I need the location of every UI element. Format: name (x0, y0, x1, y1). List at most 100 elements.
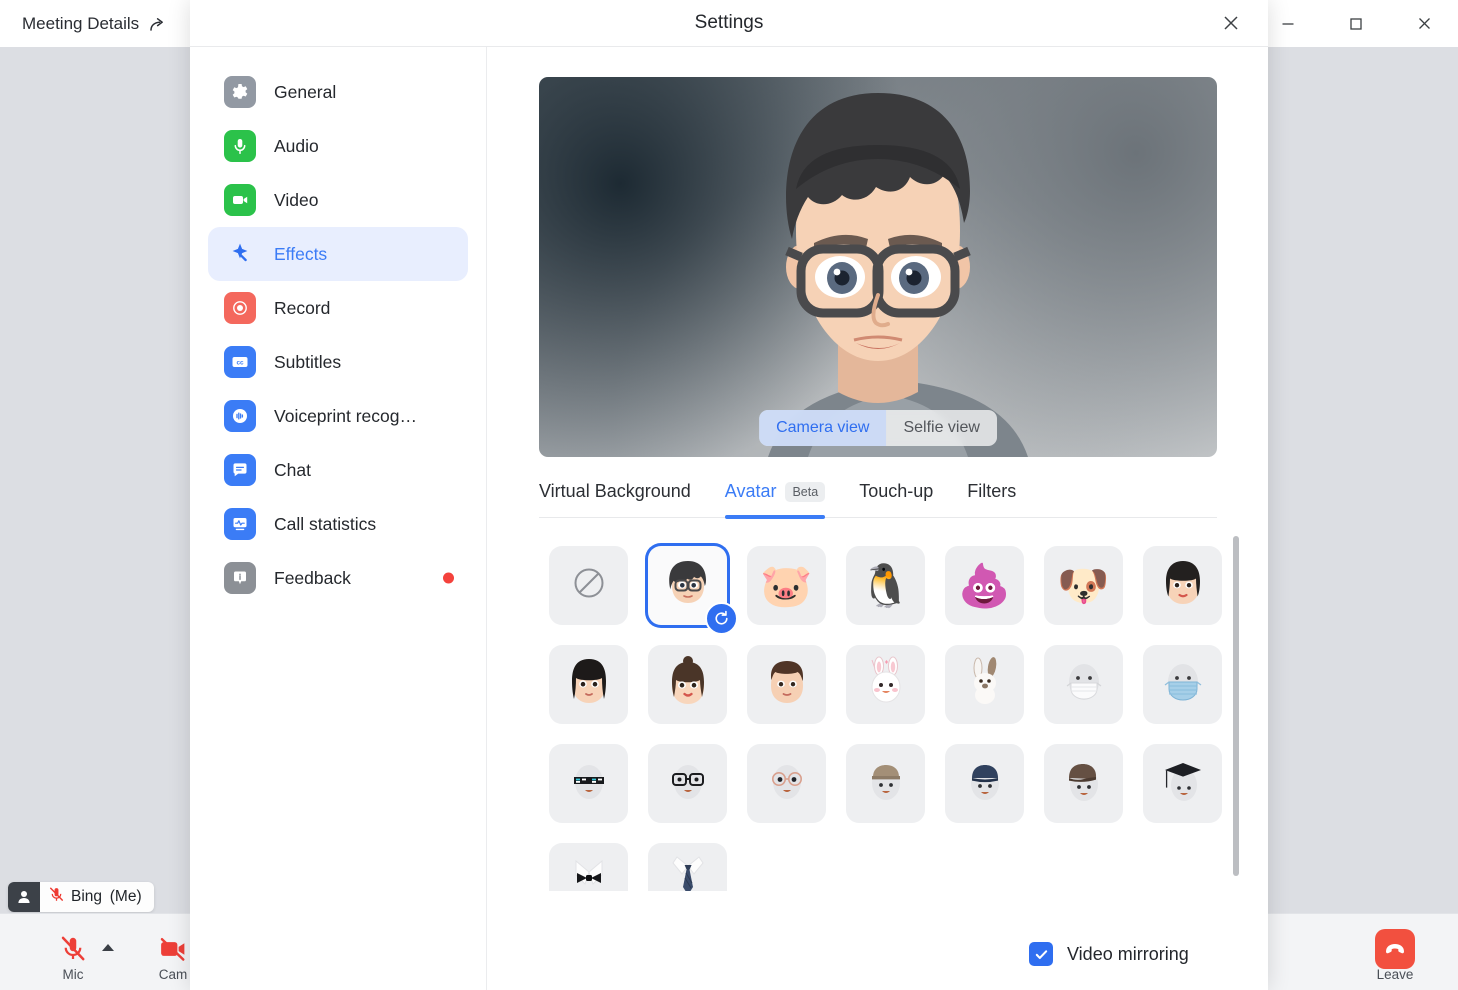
avatar-option-rabbit[interactable] (935, 635, 1034, 734)
avatar-option-bird[interactable]: 🐧 (836, 536, 935, 635)
avatar-option-pink-poop[interactable]: 💩 (935, 536, 1034, 635)
self-name-label: Bing (Me) (71, 888, 142, 905)
sidebar-item-label: Voiceprint recog… (274, 405, 417, 426)
avatar-tile[interactable] (549, 843, 628, 891)
toolbar-leave-button[interactable]: Leave (1358, 929, 1432, 982)
toolbar-mic-button[interactable]: Mic (36, 932, 114, 982)
sidebar-item-call-statistics[interactable]: Call statistics (208, 497, 468, 551)
avatar-option-brown-newsboy-cap[interactable] (1034, 734, 1133, 833)
avatar-tile[interactable] (648, 744, 727, 823)
avatar-option-pixel-sunglasses[interactable] (539, 734, 638, 833)
avatar-option-tan-bucket-hat[interactable] (836, 734, 935, 833)
avatar-tile[interactable] (945, 645, 1024, 724)
avatar-option-graduation-cap[interactable] (1133, 734, 1232, 833)
avatar-tile[interactable] (846, 744, 925, 823)
sidebar-item-voiceprint-recognition[interactable]: Voiceprint recog… (208, 389, 468, 443)
avatar-bird-icon: 🐧 (859, 561, 912, 609)
avatar-preview-face (688, 77, 1068, 457)
avatar-option-black-glasses[interactable] (638, 734, 737, 833)
avatar-tile[interactable] (1044, 744, 1123, 823)
avatar-tile[interactable] (747, 744, 826, 823)
avatar-tile[interactable] (1143, 546, 1222, 625)
selfie-view-option[interactable]: Selfie view (886, 410, 996, 446)
avatar-tile[interactable]: 🐶 (1044, 546, 1123, 625)
avatar-tile[interactable] (747, 645, 826, 724)
avatar-tile[interactable] (945, 744, 1024, 823)
camera-view-option[interactable]: Camera view (759, 410, 887, 446)
avatar-grid-scrollbar[interactable] (1233, 536, 1239, 891)
sidebar-item-label: Chat (274, 459, 311, 480)
settings-body: General Audio Video Effects Record cc Su… (190, 47, 1268, 990)
avatar-grid-scroll-area[interactable]: 🐷 🐧 💩 🐶 (539, 536, 1245, 891)
avatar-tile[interactable] (1044, 645, 1123, 724)
video-preview: Camera view Selfie view (539, 77, 1217, 457)
avatar-option-pug-dog[interactable]: 🐶 (1034, 536, 1133, 635)
avatar-tile[interactable] (1143, 645, 1222, 724)
avatar-tan-bucket-hat-icon (860, 755, 912, 812)
view-mode-toggle[interactable]: Camera view Selfie view (759, 410, 997, 446)
avatar-tile[interactable] (648, 843, 727, 891)
avatar-pig-icon: 🐷 (760, 561, 813, 609)
avatar-option-blue-face-mask[interactable] (1133, 635, 1232, 734)
tab-filters[interactable]: Filters (967, 475, 1016, 517)
page-title: Settings (694, 12, 764, 33)
avatar-option-neck-tie[interactable] (638, 833, 737, 891)
phone-hangup-icon (1358, 929, 1432, 969)
avatar-tile[interactable]: 💩 (945, 546, 1024, 625)
scrollbar-thumb[interactable] (1233, 536, 1239, 876)
mic-muted-icon (36, 932, 110, 966)
avatar-tile[interactable]: 🐷 (747, 546, 826, 625)
info-icon (224, 562, 256, 594)
tab-avatar[interactable]: Avatar Beta (724, 475, 826, 519)
sidebar-item-label: Effects (274, 243, 328, 264)
tab-touch-up[interactable]: Touch-up (859, 475, 933, 517)
sidebar-item-audio[interactable]: Audio (208, 119, 468, 173)
sidebar-item-chat[interactable]: Chat (208, 443, 468, 497)
effects-tabs: Virtual Background Avatar Beta Touch-up … (539, 475, 1217, 519)
avatar-option-girl-bun-hair[interactable] (638, 635, 737, 734)
avatar-round-glasses-icon (761, 755, 813, 812)
avatar-option-bow-tie[interactable] (539, 833, 638, 891)
close-icon[interactable] (1216, 8, 1246, 38)
sidebar-item-video[interactable]: Video (208, 173, 468, 227)
sidebar-item-subtitles[interactable]: cc Subtitles (208, 335, 468, 389)
avatar-tile-selected[interactable] (648, 546, 738, 635)
tab-label: Filters (967, 481, 1017, 501)
avatar-option-woman-bob-hair[interactable] (1133, 536, 1232, 635)
sidebar-item-record[interactable]: Record (208, 281, 468, 335)
avatar-option-man-short-hair[interactable] (737, 635, 836, 734)
avatar-tile[interactable] (1143, 744, 1222, 823)
avatar-tile[interactable] (549, 546, 628, 625)
chevron-up-icon[interactable] (102, 944, 114, 951)
refresh-icon[interactable] (705, 602, 738, 635)
avatar-option-woman-long-black-hair[interactable] (539, 635, 638, 734)
meeting-details-button[interactable]: Meeting Details (22, 14, 166, 34)
share-arrow-icon[interactable] (148, 15, 166, 33)
avatar-option-boy-glasses[interactable] (638, 536, 738, 635)
avatar-option-round-glasses[interactable] (737, 734, 836, 833)
tab-virtual-background[interactable]: Virtual Background (539, 475, 691, 517)
sidebar-item-feedback[interactable]: Feedback (208, 551, 468, 605)
avatar-tile[interactable] (846, 645, 925, 724)
avatar-option-bunny-hood[interactable] (836, 635, 935, 734)
video-mirroring-row[interactable]: Video mirroring (1029, 942, 1189, 966)
avatar-option-pig[interactable]: 🐷 (737, 536, 836, 635)
avatar-woman-long-black-hair-icon (563, 656, 615, 713)
maximize-icon[interactable] (1322, 0, 1390, 47)
avatar-option-navy-cap[interactable] (935, 734, 1034, 833)
avatar-tile[interactable] (549, 645, 628, 724)
avatar-tile[interactable]: 🐧 (846, 546, 925, 625)
avatar-pink-poop-icon: 💩 (958, 561, 1011, 609)
sidebar-item-general[interactable]: General (208, 65, 468, 119)
avatar-pixel-sunglasses-icon (563, 755, 615, 812)
close-icon[interactable] (1390, 0, 1458, 47)
avatar-tile[interactable] (648, 645, 727, 724)
microphone-icon (224, 130, 256, 162)
avatar-navy-cap-icon (959, 755, 1011, 812)
avatar-tile[interactable] (549, 744, 628, 823)
sidebar-item-effects[interactable]: Effects (208, 227, 468, 281)
beta-badge: Beta (785, 481, 826, 502)
avatar-option-none[interactable] (539, 536, 638, 635)
avatar-option-white-face-mask[interactable] (1034, 635, 1133, 734)
video-mirroring-checkbox[interactable] (1029, 942, 1053, 966)
